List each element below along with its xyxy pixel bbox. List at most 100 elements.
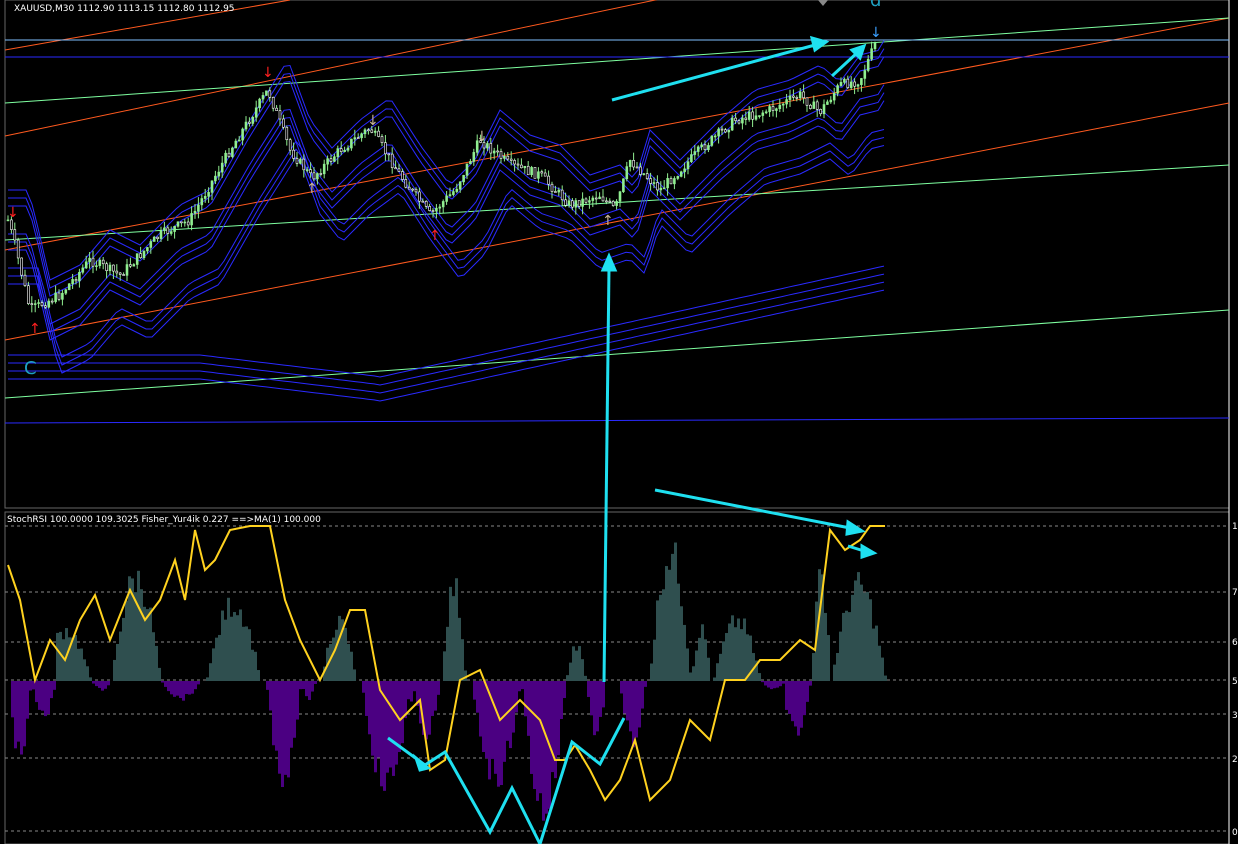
candle-body [771, 106, 775, 111]
histogram-bar [170, 681, 173, 695]
histogram-bar [641, 681, 644, 709]
histogram-bar [281, 681, 284, 788]
candle-body [747, 111, 751, 120]
histogram-bar [872, 628, 875, 681]
histogram-bar [152, 632, 155, 681]
histogram-bar [437, 681, 440, 695]
histogram-bar [734, 627, 737, 681]
candle-body [54, 292, 57, 302]
histogram-bar [869, 599, 872, 681]
candle-body [608, 200, 612, 203]
histogram-bar [866, 591, 869, 681]
histogram-bar [695, 650, 698, 681]
channel-lines [4, 0, 1230, 424]
histogram-bar [14, 681, 17, 749]
band-line [8, 289, 885, 402]
candle-body [200, 198, 204, 206]
histogram-bar [164, 681, 167, 687]
histogram-bar [386, 681, 389, 773]
histogram-bar [602, 681, 605, 708]
arrow-up-red-icon: ↑ [29, 321, 41, 337]
candle-body [785, 99, 788, 105]
band-line [8, 273, 885, 386]
candle-body [370, 129, 374, 133]
candle-body [299, 158, 302, 164]
candle-body [254, 107, 258, 118]
histogram-bar [686, 648, 689, 681]
candle-body [710, 135, 714, 146]
candle-body [513, 160, 516, 165]
histogram-bar [536, 681, 539, 801]
candle-body [241, 128, 244, 141]
histogram-bar [389, 681, 392, 768]
candle-body [98, 259, 102, 266]
histogram-bar [575, 650, 578, 681]
candle-body [581, 198, 584, 207]
candle-body [95, 265, 98, 267]
candle-body [819, 109, 822, 115]
fractal-arrows: ↓ ↑ ↓ ↑ ↓ ↑ ↓ ↑ ↓ [7, 0, 882, 337]
histogram-bar [656, 600, 659, 681]
price-window-frame [4, 0, 1230, 509]
candle-body [547, 175, 550, 185]
histogram-bar [587, 681, 590, 697]
histogram-bar [557, 681, 560, 756]
histogram-bar [119, 631, 122, 681]
candle-body [635, 166, 639, 169]
histogram-bar [269, 681, 272, 711]
candle-body [503, 155, 506, 159]
histogram-bar [881, 657, 884, 681]
candles [6, 41, 877, 313]
histogram-bar [848, 612, 851, 681]
histogram-bar [560, 681, 563, 720]
candle-body [193, 210, 197, 214]
candle-body [802, 91, 805, 99]
candle-body [190, 213, 193, 226]
histogram-bar [455, 578, 458, 681]
candle-body [186, 221, 190, 226]
candle-body [78, 272, 81, 282]
candle-body [418, 191, 421, 202]
candle-body [499, 151, 503, 159]
histogram-bar [809, 681, 812, 686]
candle-body [717, 128, 720, 137]
candle-body [326, 158, 329, 165]
histogram-bar [503, 681, 506, 762]
histogram-bar [599, 681, 602, 717]
histogram-bar [461, 639, 464, 681]
band-line [8, 129, 885, 358]
wave-label-d: d [870, 0, 881, 11]
histogram-bar [365, 681, 368, 716]
candle-body [523, 165, 527, 169]
candle-body [591, 197, 595, 201]
histogram-bar [728, 623, 731, 681]
candle-body [251, 117, 255, 124]
histogram-bar [116, 643, 119, 681]
candle-body [537, 171, 540, 179]
histogram-bar [56, 632, 59, 681]
candle-body [778, 104, 782, 110]
histogram-bar [653, 639, 656, 681]
histogram-bar [524, 681, 527, 717]
histogram-bar [77, 648, 80, 681]
histogram-bar [314, 681, 317, 684]
candle-body [758, 115, 761, 117]
histogram-bar [188, 681, 191, 695]
candle-body [316, 173, 319, 180]
candle-body [594, 197, 598, 200]
histogram-bar [584, 675, 587, 681]
histogram-bar [407, 681, 410, 700]
histogram-bar [137, 570, 140, 681]
candle-body [115, 270, 119, 274]
candle-body [574, 200, 578, 208]
histogram-bar [509, 681, 512, 749]
band-line [8, 92, 885, 333]
candle-body [163, 227, 166, 231]
histogram-bar [425, 681, 428, 740]
candle-body [822, 104, 826, 115]
candle-body [356, 137, 360, 139]
level-label: 2 [1232, 755, 1238, 765]
candle-body [455, 188, 459, 192]
histogram-bar [578, 646, 581, 681]
histogram-bar [290, 681, 293, 748]
